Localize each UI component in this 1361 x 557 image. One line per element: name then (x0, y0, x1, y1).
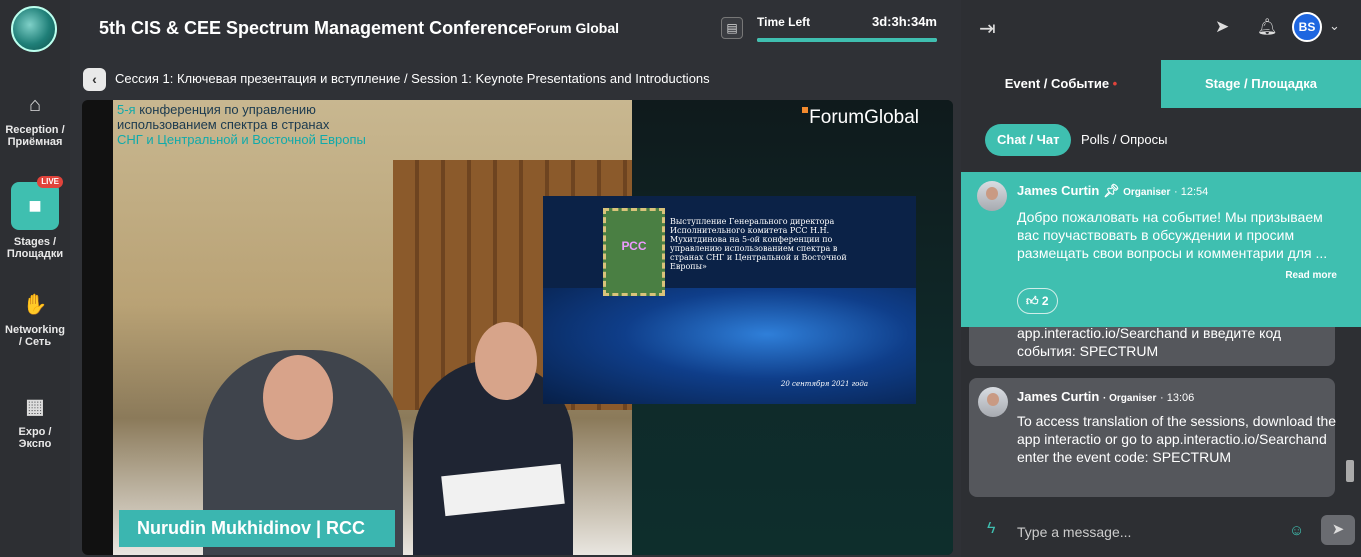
session-title: Сессия 1: Ключевая презентация и вступле… (115, 71, 710, 86)
back-button[interactable]: ‹ (83, 68, 106, 91)
time-left-progress-fill (757, 38, 937, 42)
message-text: Добро пожаловать на событие! Мы призывае… (1017, 209, 1328, 261)
video-player[interactable]: 5-я конференция по управлению использова… (82, 100, 953, 555)
tab-event-label: Event / Событие (1004, 76, 1110, 91)
nav-stages[interactable]: ■ LIVE Stages / Площадки (0, 176, 70, 260)
right-panel: ⇥ ➤ 🔔︎ BS ⌄ Event / Событие • Stage / Пл… (961, 0, 1361, 557)
chevron-down-icon[interactable]: ⌄ (1329, 18, 1340, 34)
collapse-panel-icon[interactable]: ⇥ (979, 16, 996, 41)
nav-label: Networking / Сеть (5, 324, 65, 348)
organizer-name: Forum Global (528, 20, 619, 36)
bolt-icon[interactable]: ϟ (987, 520, 995, 538)
chat-scrollbar[interactable] (1344, 330, 1356, 500)
subtab-polls[interactable]: Polls / Опросы (1081, 132, 1167, 147)
chat-messages: James Curtin 📌︎ Organiser · 12:54 Добро … (961, 172, 1361, 502)
author-name: James Curtin (1017, 389, 1100, 404)
user-avatar[interactable]: BS (1292, 12, 1322, 42)
message-composer: ϟ ☺ ➤ (961, 510, 1361, 557)
nav-networking[interactable]: ✋ Networking / Сеть (0, 292, 70, 348)
message-time: · 13:06 (1159, 392, 1195, 404)
bell-icon[interactable]: 🔔︎ (1257, 17, 1277, 37)
left-sidebar: ⌂ Reception / Приёмная ■ LIVE Stages / Пл… (0, 0, 70, 557)
message-time-value: 12:54 (1180, 186, 1209, 198)
presentation-slide: РСС Выступление Генерального директора И… (543, 196, 916, 404)
message-header: James Curtin 📌︎ Organiser · 12:54 (1017, 183, 1208, 199)
conference-title: 5th CIS & CEE Spectrum Management Confer… (99, 18, 529, 38)
author-name: James Curtin (1017, 183, 1100, 198)
live-badge: LIVE (37, 176, 63, 188)
overlay-line-2: использованием спектра в странах (117, 117, 330, 132)
speaker-nameplate: Nurudin Mukhidinov | RCC (119, 510, 395, 547)
overlay-highlight: 5-я (117, 102, 136, 117)
overlay-line-3: СНГ и Центральной и Восточной Европы (117, 132, 366, 147)
nav-label: Stages / Площадки (6, 236, 64, 260)
message-time: · 12:54 (1174, 186, 1209, 198)
speaker-1-head (263, 355, 333, 440)
home-icon: ⌂ (28, 94, 42, 116)
like-count: 2 (1041, 294, 1049, 308)
like-button[interactable]: 👍︎ 2 (1017, 288, 1058, 314)
event-logo[interactable] (11, 6, 57, 52)
author-role: · Organiser (1103, 393, 1157, 404)
avatar (977, 181, 1007, 211)
stamp-label: РСС (621, 239, 647, 253)
send-icon[interactable]: ➤ (1215, 17, 1229, 37)
time-left-value: 3d:3h:34m (871, 14, 937, 29)
emoji-icon[interactable]: ☺ (1289, 522, 1304, 539)
top-bar: 5th CIS & CEE Spectrum Management Confer… (70, 0, 961, 58)
nav-label: Expo / Экспо (18, 426, 52, 450)
thumbs-up-icon: 👍︎ (1026, 294, 1039, 308)
send-message-button[interactable]: ➤ (1321, 515, 1355, 545)
message-input[interactable] (1017, 520, 1281, 544)
author-role: Organiser (1123, 187, 1171, 198)
unread-dot: • (1109, 76, 1118, 91)
rcc-stamp-logo: РСС (603, 208, 665, 296)
message-header: James Curtin · Organiser · 13:06 (1017, 389, 1194, 404)
camera-icon: ■ LIVE (11, 176, 63, 230)
message-text: app.interactio.io/Searchand и введите ко… (1017, 325, 1282, 359)
author-role-value: Organiser (1109, 393, 1157, 404)
message-time-value: 13:06 (1166, 392, 1195, 404)
pin-icon: 📌︎ (1103, 183, 1120, 198)
chat-message: James Curtin · Organiser · 13:06 To acce… (969, 378, 1337, 497)
time-left-progress (757, 38, 937, 42)
subtab-chat[interactable]: Chat / Чат (985, 124, 1072, 156)
speaker-2-head (475, 322, 537, 400)
right-topbar: ⇥ ➤ 🔔︎ BS ⌄ (961, 0, 1361, 58)
forumglobal-logo: ForumGlobal (802, 107, 919, 129)
handshake-icon: ✋ (22, 294, 48, 316)
session-header: ‹ Сессия 1: Ключевая презентация и вступ… (70, 58, 961, 100)
read-more-link[interactable]: Read more (1285, 270, 1337, 281)
nav-label: Reception / Приёмная (5, 124, 65, 148)
calendar-icon[interactable]: ▤ (721, 17, 743, 39)
slide-text: Выступление Генерального директора Испол… (670, 217, 847, 271)
time-left-label: Time Left (757, 15, 811, 29)
tab-stage[interactable]: Stage / Площадка (1161, 60, 1361, 108)
brand-text: ForumGlobal (809, 107, 919, 128)
pinned-message: James Curtin 📌︎ Organiser · 12:54 Добро … (961, 172, 1361, 327)
message-text: To access translation of the sessions, d… (1017, 413, 1337, 465)
video-overlay-caption: 5-я конференция по управлению использова… (117, 102, 366, 147)
avatar (978, 387, 1008, 417)
store-icon: ▦ (25, 396, 45, 418)
tab-event[interactable]: Event / Событие • (961, 60, 1161, 108)
overlay-line-1: конференция по управлению (135, 102, 316, 117)
nav-reception[interactable]: ⌂ Reception / Приёмная (0, 92, 70, 148)
nav-expo[interactable]: ▦ Expo / Экспо (0, 394, 70, 450)
slide-date: 20 сентября 2021 года (780, 380, 868, 388)
panel-tabs: Event / Событие • Stage / Площадка (961, 60, 1361, 108)
scrollbar-thumb[interactable] (1346, 460, 1354, 482)
